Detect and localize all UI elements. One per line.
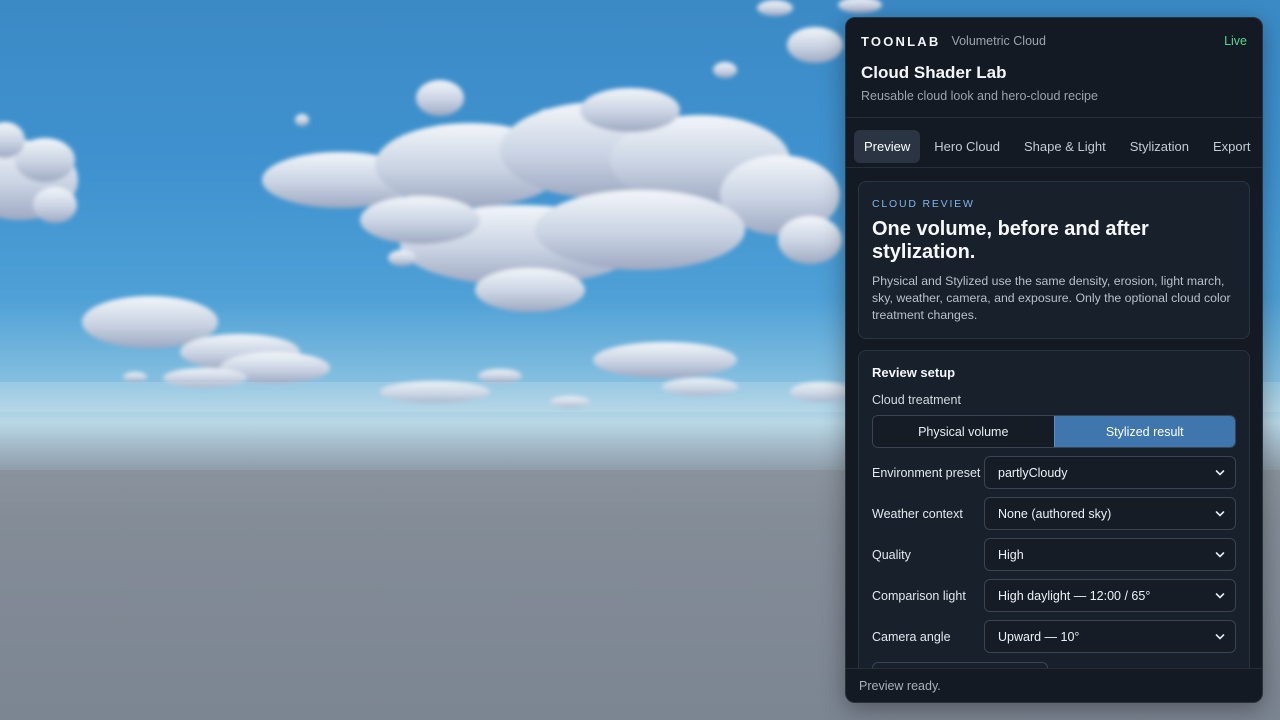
weather-context-label: Weather context [872, 506, 963, 521]
cloud-lower-left [82, 296, 330, 388]
chevron-down-icon [1215, 552, 1225, 558]
weather-context-row: Weather context None (authored sky) [872, 497, 1236, 530]
control-panel: TOONLAB Volumetric Cloud Live Cloud Shad… [845, 17, 1263, 703]
cloud-main [262, 88, 842, 312]
app-subtitle: Reusable cloud look and hero-cloud recip… [861, 89, 1098, 103]
quality-value: High [998, 547, 1024, 562]
comparison-light-select[interactable]: High daylight — 12:00 / 65° [984, 579, 1236, 612]
tab-shape-light[interactable]: Shape & Light [1014, 130, 1116, 163]
brand-logo: TOONLAB [861, 33, 941, 49]
chevron-down-icon [1215, 593, 1225, 599]
tab-preview[interactable]: Preview [854, 130, 921, 163]
tab-stylization[interactable]: Stylization [1120, 130, 1199, 163]
physical-volume-option[interactable]: Physical volume [873, 416, 1054, 447]
environment-preset-label: Environment preset [872, 465, 981, 480]
app-title: Cloud Shader Lab [861, 63, 1007, 82]
tab-hero-cloud[interactable]: Hero Cloud [924, 130, 1010, 163]
stylized-result-option[interactable]: Stylized result [1053, 416, 1235, 447]
panel-content[interactable]: CLOUD REVIEW One volume, before and afte… [846, 169, 1262, 669]
brand-subtitle: Volumetric Cloud [951, 34, 1046, 48]
environment-preset-value: partlyCloudy [998, 465, 1068, 480]
live-status-badge: Live [1224, 34, 1247, 48]
tab-bar: Preview Hero Cloud Shape & Light Styliza… [846, 118, 1262, 168]
weather-context-value: None (authored sky) [998, 506, 1112, 521]
quality-label: Quality [872, 547, 911, 562]
environment-preset-row: Environment preset partlyCloudy [872, 456, 1236, 489]
panel-header: TOONLAB Volumetric Cloud Live Cloud Shad… [846, 18, 1262, 118]
cloud-review-card: CLOUD REVIEW One volume, before and afte… [858, 181, 1250, 339]
review-heading: One volume, before and after stylization… [872, 218, 1149, 263]
review-description: Physical and Stylized use the same densi… [872, 274, 1231, 322]
comparison-light-value: High daylight — 12:00 / 65° [998, 588, 1151, 603]
environment-preset-select[interactable]: partlyCloudy [984, 456, 1236, 489]
cloud-treatment-toggle: Physical volume Stylized result [872, 415, 1236, 448]
weather-context-select[interactable]: None (authored sky) [984, 497, 1236, 530]
quality-row: Quality High [872, 538, 1236, 571]
section-eyebrow: CLOUD REVIEW [872, 198, 975, 210]
comparison-light-row: Comparison light High daylight — 12:00 /… [872, 579, 1236, 612]
quality-select[interactable]: High [984, 538, 1236, 571]
comparison-light-label: Comparison light [872, 588, 966, 603]
review-setup-card: Review setup Cloud treatment Physical vo… [858, 350, 1250, 669]
chevron-down-icon [1215, 511, 1225, 517]
camera-angle-label: Camera angle [872, 629, 951, 644]
chevron-down-icon [1215, 470, 1225, 476]
cloud-left-edge [0, 122, 78, 223]
camera-angle-select[interactable]: Upward — 10° [984, 620, 1236, 653]
camera-angle-row: Camera angle Upward — 10° [872, 620, 1236, 653]
chevron-down-icon [1215, 634, 1225, 640]
status-bar: Preview ready. [846, 668, 1262, 702]
tab-export[interactable]: Export [1203, 130, 1261, 163]
review-setup-title: Review setup [872, 365, 956, 380]
cloud-treatment-label: Cloud treatment [872, 393, 961, 407]
camera-angle-value: Upward — 10° [998, 629, 1080, 644]
